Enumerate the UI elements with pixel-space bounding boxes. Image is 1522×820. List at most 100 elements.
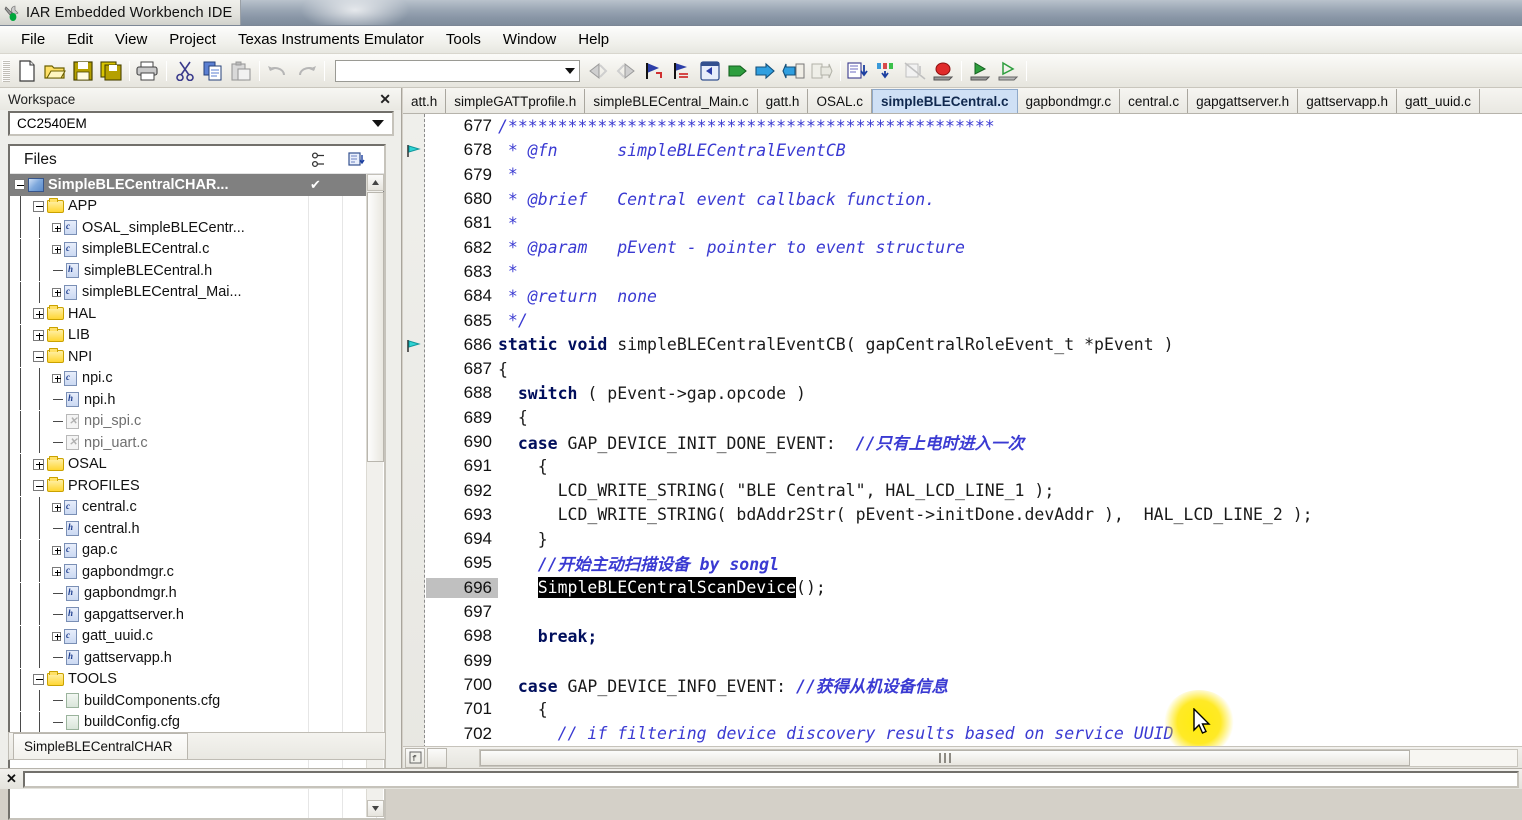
paste-icon[interactable] [227,58,255,84]
close-icon[interactable]: ✕ [0,771,23,787]
editor-tab[interactable]: central.c [1120,89,1189,113]
editor-split-icon[interactable] [427,747,447,768]
connections-icon[interactable] [310,151,329,169]
hscroll-thumb[interactable] [480,750,1410,766]
tree-item[interactable]: npi.c [10,367,384,390]
tree-item[interactable]: OSAL [10,453,384,476]
editor-tab[interactable]: OSAL.c [808,89,872,113]
redo-icon[interactable] [292,58,320,84]
breakpoint-gutter[interactable] [403,114,425,768]
code-line[interactable]: 686 static void simpleBLECentralEventCB( … [407,333,1522,357]
compile-icon[interactable] [724,58,752,84]
hscroll-track[interactable] [479,749,1518,767]
tree-item[interactable]: gapgattserver.h [10,604,384,626]
editor-tab-bar[interactable]: att.h simpleGATTprofile.h simpleBLECentral… [403,88,1522,114]
make-icon[interactable] [752,58,780,84]
expand-icon[interactable] [33,308,44,320]
tree-item[interactable]: buildComponents.cfg [10,690,384,712]
tree-item[interactable]: gap.c [10,539,384,562]
editor-tab[interactable]: att.h [403,89,447,113]
bookmark-flag-icon[interactable] [406,143,422,158]
code-line[interactable]: 682 * @param pEvent - pointer to event s… [426,235,1522,259]
chevron-down-icon[interactable] [565,67,575,74]
menu-view[interactable]: View [104,28,158,51]
code-line[interactable]: 698 break; [426,624,1522,648]
new-document-icon[interactable] [13,58,41,84]
code-line-current[interactable]: 696 SimpleBLECentralScanDevice(); [426,576,1522,600]
find-next-icon[interactable] [612,58,640,84]
tree-item[interactable]: APP [10,195,384,218]
close-icon[interactable]: ✕ [375,91,395,108]
tree-item[interactable]: npi.h [10,389,384,411]
code-lines[interactable]: 677 /************************************… [407,114,1522,768]
expand-icon[interactable] [52,287,61,297]
project-tree[interactable]: SimpleBLECentralCHAR... ✔ APP OSAL_simpleBL… [10,174,384,733]
scrollbar-thumb[interactable] [367,192,384,462]
step-into-icon[interactable] [873,58,901,84]
tree-item[interactable]: PROFILES [10,475,384,497]
build-status-icon[interactable] [348,151,368,169]
tree-item[interactable]: buildConfig.cfg [10,711,384,734]
project-tree-container[interactable]: Files SimpleBLECentralCHAR... ✔ APP OSAL_si… [8,144,386,820]
expand-icon[interactable] [52,373,61,383]
code-line[interactable]: 677 /************************************… [426,114,1522,138]
quick-search-combo[interactable] [335,59,580,82]
cut-icon[interactable] [171,58,199,84]
code-line[interactable]: 689 { [426,406,1522,430]
tree-item[interactable]: OSAL_simpleBLECentr... [10,217,384,239]
build-configuration-dropdown[interactable]: CC2540EM [8,111,394,136]
code-line[interactable]: 692 LCD_WRITE_STRING( "BLE Central", HAL… [426,478,1522,502]
goto-bookmark-icon[interactable] [640,58,668,84]
run-icon[interactable] [966,58,994,84]
build-all-icon[interactable] [780,58,808,84]
collapse-icon[interactable] [14,179,25,191]
collapse-icon[interactable] [33,200,44,212]
expand-icon[interactable] [52,223,61,233]
print-icon[interactable] [134,58,162,84]
menu-project[interactable]: Project [158,28,227,51]
bookmark-flag-icon[interactable] [406,338,422,352]
code-line[interactable]: 691 { [426,454,1522,478]
code-line[interactable]: 678 * @fn simpleBLECentralEventCB [407,138,1522,162]
expand-icon[interactable] [33,329,44,341]
expand-icon[interactable] [52,244,61,254]
code-line[interactable]: 680 * @brief Central event callback func… [426,187,1522,211]
editor-tab[interactable]: gattservapp.h [1298,89,1397,113]
menu-tools[interactable]: Tools [435,28,492,51]
find-previous-icon[interactable] [584,58,612,84]
code-line[interactable]: 693 LCD_WRITE_STRING( bdAddr2Str( pEvent… [426,503,1522,527]
tree-item[interactable]: HAL [10,303,384,325]
tree-item[interactable]: central.h [10,518,384,540]
scroll-down-arrow-icon[interactable] [367,800,384,817]
code-line[interactable]: 694 } [426,527,1522,551]
step-over-icon[interactable] [845,58,873,84]
tree-item-selected[interactable]: SimpleBLECentralCHAR... ✔ [10,174,384,196]
code-line[interactable]: 679 * [426,163,1522,187]
tree-vertical-scrollbar[interactable] [366,174,384,817]
code-line[interactable]: 699 [426,649,1522,673]
undo-icon[interactable] [264,58,292,84]
tree-item[interactable]: simpleBLECentral_Mai... [10,281,384,304]
tree-item[interactable]: npi_uart.c [10,432,384,454]
expand-icon[interactable] [52,631,61,641]
menu-window[interactable]: Window [492,28,567,51]
code-view[interactable]: 677 /************************************… [403,114,1522,768]
editor-toggle-icon[interactable]: f [405,747,425,768]
save-icon[interactable] [69,58,97,84]
code-line[interactable]: 688 switch ( pEvent->gap.opcode ) [426,381,1522,405]
tree-item[interactable]: gattservapp.h [10,647,384,669]
editor-tab[interactable]: simpleBLECentral.c [871,89,1018,113]
open-folder-icon[interactable] [41,58,69,84]
save-all-icon[interactable] [97,58,125,84]
tree-item[interactable]: central.c [10,496,384,519]
collapse-icon[interactable] [33,351,44,363]
code-line[interactable]: 701 { [426,697,1522,721]
debug-without-download-icon[interactable] [808,58,836,84]
download-and-debug-icon[interactable] [994,58,1022,84]
copy-icon[interactable] [199,58,227,84]
code-line[interactable]: 684 * @return none [426,284,1522,308]
tree-item[interactable]: simpleBLECentral.c [10,238,384,261]
code-line[interactable]: 683 * [426,260,1522,284]
scroll-up-arrow-icon[interactable] [367,174,384,191]
expand-icon[interactable] [52,567,61,577]
